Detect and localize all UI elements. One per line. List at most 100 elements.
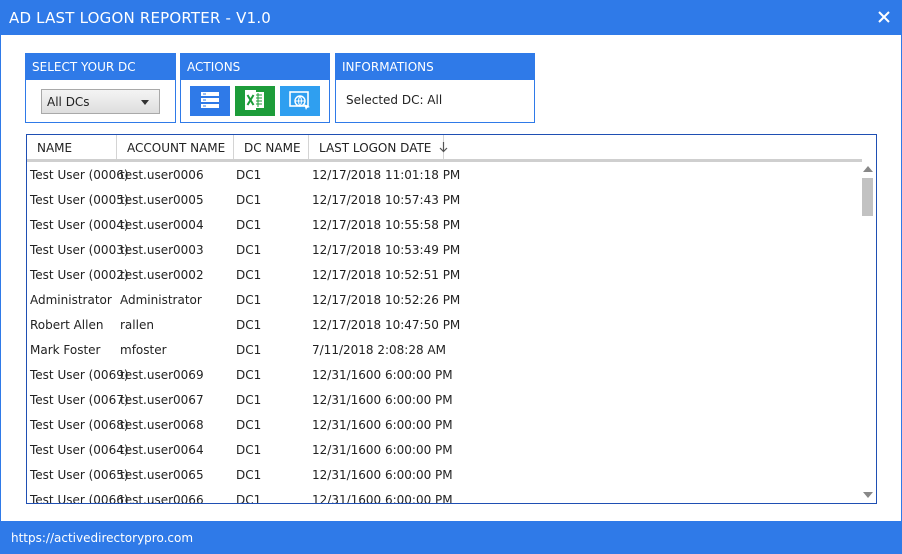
- table-cell: DC1: [236, 493, 262, 503]
- table-row[interactable]: Test User (0069) test.user0069 DC1 12/31/16…: [27, 362, 860, 387]
- vertical-scrollbar[interactable]: [860, 162, 876, 503]
- web-icon: [289, 90, 311, 113]
- table-cell: 12/17/2018 10:52:26 PM: [312, 293, 461, 307]
- export-excel-button[interactable]: [235, 86, 275, 116]
- table-cell: DC1: [236, 218, 262, 232]
- table-cell: DC1: [236, 443, 262, 457]
- table-cell: DC1: [236, 418, 262, 432]
- table-cell: Administrator: [30, 293, 112, 307]
- excel-icon: [244, 89, 266, 113]
- table-cell: DC1: [236, 368, 262, 382]
- table-cell: Mark Foster: [30, 343, 101, 357]
- column-header-name[interactable]: NAME: [27, 135, 117, 159]
- website-link[interactable]: https://activedirectorypro.com: [11, 531, 193, 545]
- logon-report-grid: NAME ACCOUNT NAME DC NAME LAST LOGON DAT…: [26, 134, 877, 504]
- select-dc-header: SELECT YOUR DC: [26, 54, 175, 80]
- column-header-label: DC NAME: [244, 141, 301, 155]
- table-cell: mfoster: [120, 343, 167, 357]
- table-cell: test.user0069: [120, 368, 204, 382]
- table-cell: Test User (0005): [30, 193, 129, 207]
- column-header-label: NAME: [37, 141, 73, 155]
- table-cell: Test User (0003): [30, 243, 129, 257]
- table-cell: Test User (0067): [30, 393, 129, 407]
- actions-header: ACTIONS: [181, 54, 329, 80]
- table-row[interactable]: Test User (0065) test.user0065 DC1 12/31/16…: [27, 462, 860, 487]
- table-row[interactable]: Test User (0006) test.user0006 DC1 12/17/20…: [27, 162, 860, 187]
- scroll-up-arrow-icon[interactable]: [863, 166, 873, 172]
- window-title: AD LAST LOGON REPORTER - V1.0: [9, 9, 272, 27]
- table-cell: DC1: [236, 193, 262, 207]
- table-cell: 12/31/1600 6:00:00 PM: [312, 418, 453, 432]
- table-cell: test.user0002: [120, 268, 204, 282]
- table-row[interactable]: Robert Allen rallen DC1 12/17/2018 10:47:50…: [27, 312, 860, 337]
- table-cell: 12/31/1600 6:00:00 PM: [312, 393, 453, 407]
- table-cell: Test User (0064): [30, 443, 129, 457]
- table-cell: DC1: [236, 268, 262, 282]
- arrow-down-icon: [439, 142, 448, 156]
- dc-select-value: All DCs: [47, 95, 90, 109]
- table-cell: 12/17/2018 11:01:18 PM: [312, 168, 461, 182]
- table-cell: Test User (0004): [30, 218, 129, 232]
- table-row[interactable]: Test User (0002) test.user0002 DC1 12/17/20…: [27, 262, 860, 287]
- dc-select-dropdown[interactable]: All DCs: [41, 89, 160, 114]
- table-cell: DC1: [236, 168, 262, 182]
- table-cell: DC1: [236, 318, 262, 332]
- chevron-down-icon: [141, 100, 149, 105]
- close-icon: [878, 10, 890, 26]
- table-row[interactable]: Test User (0005) test.user0005 DC1 12/17/20…: [27, 187, 860, 212]
- footer-bar: https://activedirectorypro.com: [1, 521, 901, 553]
- informations-panel: INFORMATIONS Selected DC: All: [335, 53, 535, 123]
- table-row[interactable]: Administrator Administrator DC1 12/17/2018 …: [27, 287, 860, 312]
- table-cell: 12/17/2018 10:57:43 PM: [312, 193, 461, 207]
- column-header-label: ACCOUNT NAME: [127, 141, 226, 155]
- app-window: AD LAST LOGON REPORTER - V1.0 SELECT YOU…: [0, 0, 902, 554]
- table-cell: Test User (0002): [30, 268, 129, 282]
- informations-header: INFORMATIONS: [336, 54, 534, 80]
- table-cell: rallen: [120, 318, 154, 332]
- scroll-down-arrow-icon[interactable]: [863, 492, 873, 498]
- run-report-button[interactable]: [190, 86, 230, 116]
- table-row[interactable]: Test User (0068) test.user0068 DC1 12/31/16…: [27, 412, 860, 437]
- table-row[interactable]: Test User (0003) test.user0003 DC1 12/17/20…: [27, 237, 860, 262]
- title-bar[interactable]: AD LAST LOGON REPORTER - V1.0: [1, 1, 901, 35]
- table-row[interactable]: Test User (0064) test.user0064 DC1 12/31/16…: [27, 437, 860, 462]
- table-cell: 7/11/2018 2:08:28 AM: [312, 343, 446, 357]
- table-cell: Test User (0068): [30, 418, 129, 432]
- server-icon: [200, 91, 220, 112]
- scroll-thumb[interactable]: [862, 178, 873, 216]
- table-cell: test.user0064: [120, 443, 204, 457]
- open-website-button[interactable]: [280, 86, 320, 116]
- selected-dc-info: Selected DC: All: [346, 93, 443, 107]
- table-cell: 12/17/2018 10:52:51 PM: [312, 268, 461, 282]
- table-cell: test.user0005: [120, 193, 204, 207]
- table-cell: 12/31/1600 6:00:00 PM: [312, 468, 453, 482]
- table-cell: test.user0067: [120, 393, 204, 407]
- table-row[interactable]: Test User (0004) test.user0004 DC1 12/17/20…: [27, 212, 860, 237]
- table-cell: 12/17/2018 10:55:58 PM: [312, 218, 461, 232]
- column-header-dc-name[interactable]: DC NAME: [234, 135, 309, 159]
- table-row[interactable]: Test User (0066) test.user0066 DC1 12/31/16…: [27, 487, 860, 503]
- table-row[interactable]: Mark Foster mfoster DC1 7/11/2018 2:08:28 A…: [27, 337, 860, 362]
- table-cell: 12/31/1600 6:00:00 PM: [312, 493, 453, 503]
- table-cell: test.user0006: [120, 168, 204, 182]
- table-row[interactable]: Test User (0067) test.user0067 DC1 12/31/16…: [27, 387, 860, 412]
- table-cell: test.user0068: [120, 418, 204, 432]
- select-dc-panel: SELECT YOUR DC All DCs: [25, 53, 176, 123]
- column-header-account-name[interactable]: ACCOUNT NAME: [117, 135, 234, 159]
- table-cell: DC1: [236, 393, 262, 407]
- column-header-label: LAST LOGON DATE: [319, 141, 432, 155]
- table-cell: 12/31/1600 6:00:00 PM: [312, 443, 453, 457]
- table-cell: 12/31/1600 6:00:00 PM: [312, 368, 453, 382]
- table-cell: test.user0003: [120, 243, 204, 257]
- column-header-last-logon-date[interactable]: LAST LOGON DATE: [309, 135, 448, 159]
- table-cell: Robert Allen: [30, 318, 104, 332]
- table-cell: Test User (0006): [30, 168, 129, 182]
- grid-rows: Test User (0006) test.user0006 DC1 12/17/20…: [27, 162, 860, 503]
- table-cell: DC1: [236, 343, 262, 357]
- table-cell: test.user0065: [120, 468, 204, 482]
- close-button[interactable]: [873, 7, 895, 29]
- table-cell: Administrator: [120, 293, 202, 307]
- table-cell: test.user0066: [120, 493, 204, 503]
- table-cell: test.user0004: [120, 218, 204, 232]
- table-cell: DC1: [236, 243, 262, 257]
